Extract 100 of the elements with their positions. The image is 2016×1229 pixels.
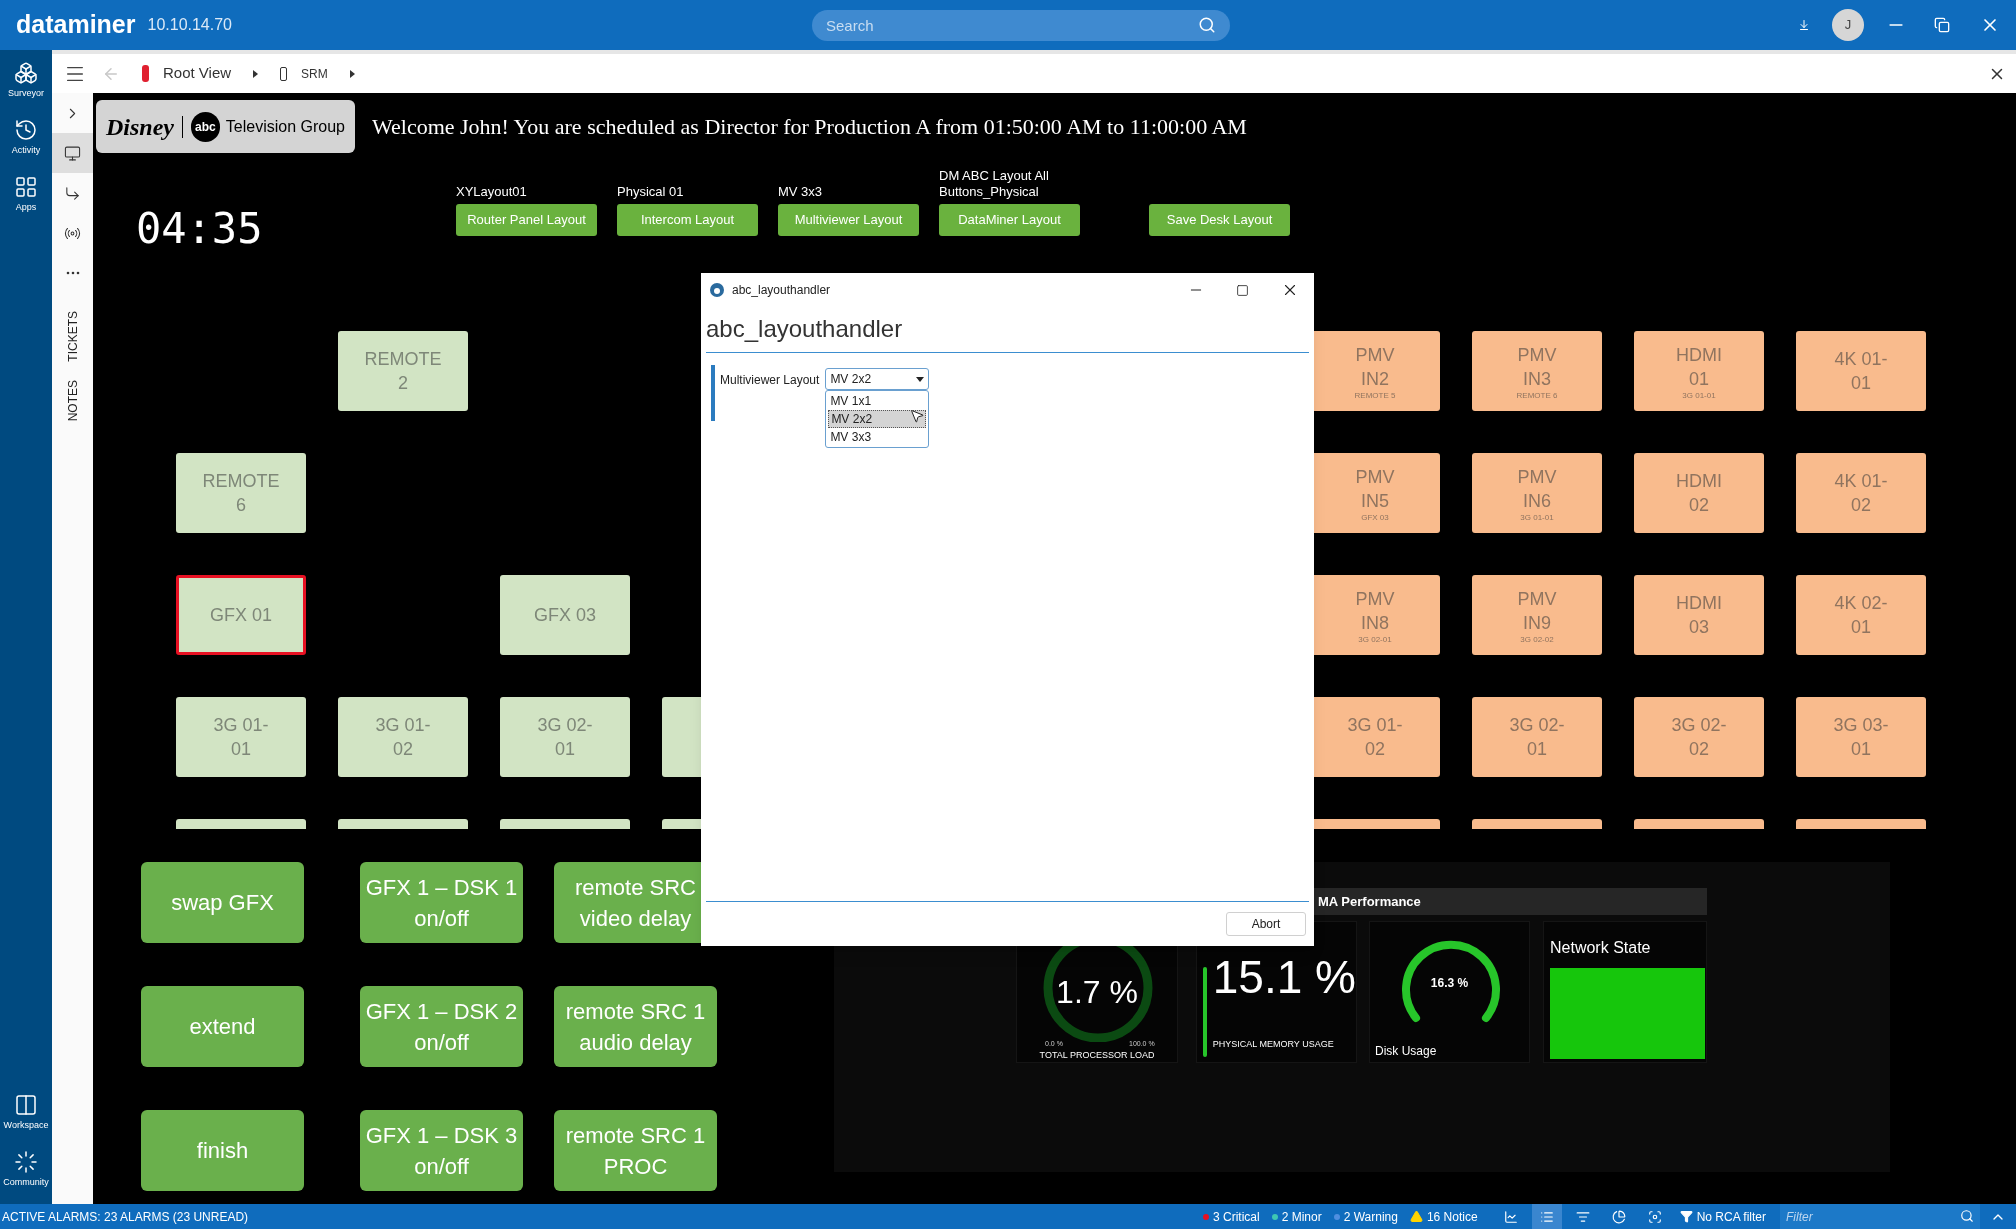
window-title: abc_layouthandler — [732, 282, 831, 299]
source-tile[interactable]: PMV IN6 3G 01-01 — [1472, 453, 1602, 533]
source-tile[interactable]: REMOTE 2 — [338, 331, 468, 411]
route-icon — [64, 184, 81, 202]
monitor-icon — [64, 144, 81, 162]
restore-icon[interactable] — [1934, 17, 1950, 33]
rail-item[interactable]: Community — [0, 1141, 52, 1198]
source-tile[interactable]: 3G 01- 01 — [176, 697, 306, 777]
source-tile[interactable]: HDMI 01 3G 01-01 — [1634, 331, 1764, 411]
alarm-count[interactable]: 3 Critical — [1213, 1207, 1260, 1226]
warning-icon — [1409, 1210, 1423, 1223]
breadcrumb-item[interactable]: Root View — [163, 62, 232, 85]
source-tile[interactable]: 3G 03- 01 — [1796, 697, 1926, 777]
action-button[interactable]: extend — [141, 986, 304, 1067]
rail-item[interactable]: Workspace — [0, 1084, 52, 1141]
layout-button[interactable]: Router Panel Layout — [456, 204, 597, 236]
source-tile[interactable]: PMV IN9 3G 02-02 — [1472, 575, 1602, 655]
caret-icon[interactable] — [253, 69, 259, 78]
layout-button[interactable]: Save Desk Layout — [1149, 204, 1290, 236]
layout-button[interactable]: Multiviewer Layout — [778, 204, 919, 236]
source-tile[interactable]: 3G 02- 01 — [500, 697, 630, 777]
layout-caption: XYLayout01 — [456, 184, 527, 200]
starburst-icon — [14, 1149, 38, 1174]
status-tool[interactable] — [1531, 1204, 1562, 1229]
grid-icon — [14, 174, 38, 199]
rail-item[interactable]: Surveyor — [0, 52, 52, 109]
app-name: dataminer — [16, 9, 136, 41]
metric-label: TOTAL PROCESSOR LOAD — [1038, 1049, 1156, 1062]
field-label: Multiviewer Layout — [720, 372, 820, 389]
alarm-count[interactable]: 2 Warning — [1343, 1207, 1398, 1226]
metric-value: 16.3 % — [1429, 975, 1470, 992]
source-tile[interactable]: 4K 01- 01 — [1796, 331, 1926, 411]
metric-value: 15.1 % — [1212, 950, 1356, 1004]
caret-icon[interactable] — [349, 69, 355, 78]
action-button[interactable]: GFX 1 – DSK 2 on/off — [360, 986, 523, 1067]
app-logo-icon — [710, 283, 724, 297]
source-tile[interactable]: REMOTE 6 — [176, 453, 306, 533]
sort-icon — [1575, 1209, 1590, 1224]
caret-icon — [916, 376, 925, 382]
layout-button[interactable]: Intercom Layout — [617, 204, 758, 236]
view-icon — [142, 65, 149, 82]
panel-title: MA Performance — [1318, 892, 1421, 911]
card-icon — [280, 66, 288, 81]
dropdown-option[interactable]: MV 3x3 — [828, 428, 927, 446]
maximize-icon[interactable] — [1236, 283, 1249, 297]
layout-button[interactable]: DataMiner Layout — [939, 204, 1080, 236]
boxes-icon — [14, 60, 38, 85]
field-marker — [711, 365, 715, 421]
metric-value: 1.7 % — [1055, 973, 1139, 1012]
pie-chart-icon — [1611, 1209, 1626, 1224]
filter-icon — [1679, 1210, 1693, 1223]
action-button[interactable]: GFX 1 – DSK 1 on/off — [360, 862, 523, 943]
focus-icon — [1647, 1209, 1662, 1224]
cursor-icon — [909, 408, 926, 424]
filter-field[interactable]: Filter — [1780, 1204, 1980, 1229]
metric-label: Disk Usage — [1375, 1043, 1437, 1060]
source-tile[interactable]: 4K 01- 02 — [1796, 453, 1926, 533]
action-button[interactable]: finish — [141, 1110, 304, 1191]
rca-filter[interactable]: No RCA filter — [1696, 1207, 1766, 1226]
layout-caption: Physical 01 — [617, 184, 684, 200]
action-button[interactable]: swap GFX — [141, 862, 304, 943]
rail-item[interactable]: Apps — [0, 166, 52, 223]
list-icon — [1539, 1209, 1554, 1224]
search-field[interactable]: Search — [812, 9, 1230, 41]
history-icon — [14, 117, 38, 142]
source-tile[interactable]: 3G 01- 02 — [338, 697, 468, 777]
user-avatar[interactable]: J — [1832, 9, 1864, 41]
layout-caption: DM ABC Layout All Buttons_Physical — [939, 168, 1050, 200]
dropdown-option[interactable]: MV 2x2 — [828, 410, 927, 428]
alarm-count[interactable]: 2 Minor — [1281, 1207, 1322, 1226]
source-tile[interactable]: HDMI 02 — [1634, 453, 1764, 533]
abort-button[interactable]: Abort — [1226, 912, 1306, 936]
version-text: 10.10.14.70 — [147, 15, 232, 35]
dropdown-option[interactable]: MV 1x1 — [828, 392, 927, 410]
welcome-message: Welcome John! You are scheduled as Director for Production A from 01:50:00 AM to 11:00:00 AM — [372, 113, 1247, 141]
action-button[interactable]: remote SRC 1 audio delay — [554, 986, 717, 1067]
side-tab[interactable]: TICKETS — [63, 311, 82, 362]
source-tile[interactable]: 4K 02- 01 — [1796, 575, 1926, 655]
line-chart-icon — [1503, 1209, 1518, 1224]
action-button[interactable]: remote SRC 1 PROC — [554, 1110, 717, 1191]
breadcrumb-item[interactable]: SRM — [301, 64, 328, 83]
side-tool[interactable] — [52, 133, 93, 173]
source-tile[interactable]: 3G 02- 01 — [1472, 697, 1602, 777]
source-tile[interactable]: HDMI 03 — [1634, 575, 1764, 655]
alarm-count[interactable]: 16 Notice — [1426, 1207, 1478, 1226]
source-tile[interactable]: PMV IN3 REMOTE 6 — [1472, 331, 1602, 411]
action-button[interactable]: GFX 1 – DSK 3 on/off — [360, 1110, 523, 1191]
search-icon[interactable] — [1960, 1209, 1974, 1223]
rail-item[interactable]: Activity — [0, 109, 52, 166]
side-tab[interactable]: NOTES — [63, 379, 82, 421]
alarm-summary[interactable]: ACTIVE ALARMS: 23 ALARMS (23 UNREAD) — [2, 1207, 249, 1226]
more-icon — [65, 271, 80, 275]
source-tile[interactable]: 3G 02- 02 — [1634, 697, 1764, 777]
columns-icon — [14, 1092, 38, 1117]
logo-caption: Television Group — [225, 116, 345, 137]
metric-label: PHYSICAL MEMORY USAGE — [1212, 1038, 1335, 1051]
metric-label: Network State — [1550, 938, 1652, 958]
source-tile[interactable]: GFX 03 — [500, 575, 630, 655]
source-tile[interactable]: GFX 01 — [176, 575, 306, 655]
search-icon — [1198, 15, 1216, 34]
